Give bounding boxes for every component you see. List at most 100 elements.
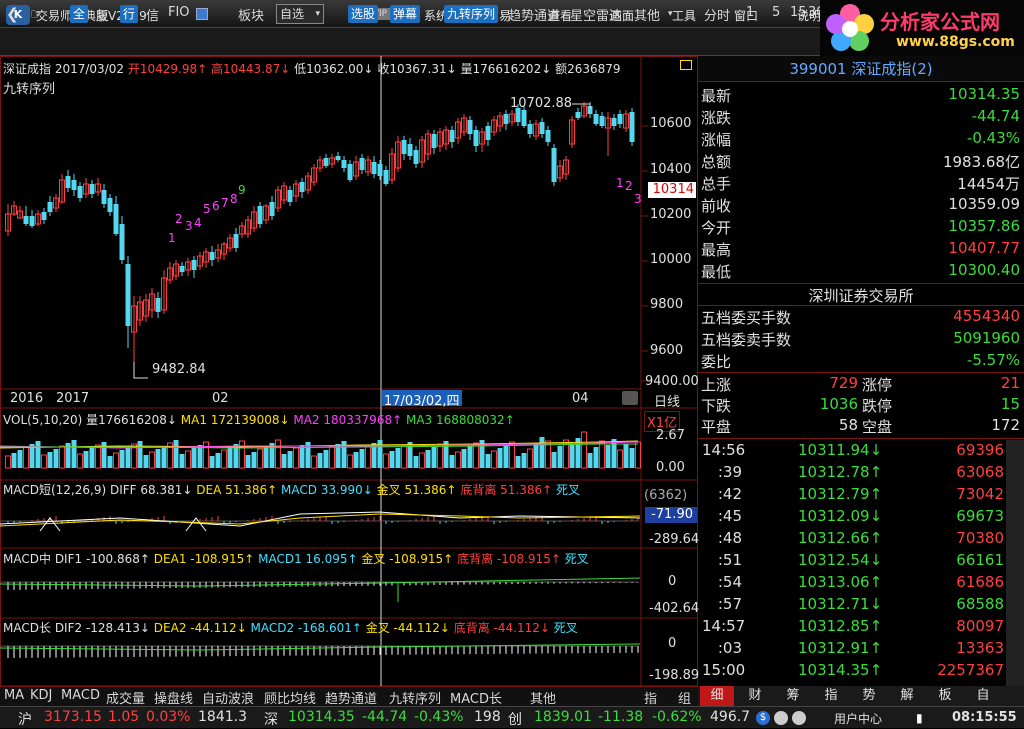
tick-time: :51 — [717, 551, 742, 569]
tick-time: 14:57 — [702, 617, 746, 635]
order-label: 五档委卖手数 — [701, 331, 792, 349]
volume-bar — [497, 448, 503, 468]
right-tab[interactable]: 势 — [852, 686, 886, 706]
flower-logo-icon — [826, 4, 874, 51]
danmaku-button[interactable]: 弹幕 — [390, 5, 421, 23]
tick-price: 10311.94↓ — [798, 441, 883, 459]
tab-group[interactable]: 组 — [678, 688, 691, 707]
period-15min[interactable]: 15 — [790, 5, 807, 20]
tab-index[interactable]: 指 — [644, 688, 657, 707]
tick-row: :03 10312.91↑ 13363 — [698, 638, 1006, 660]
volume-bar — [629, 448, 635, 468]
period-intraday[interactable]: 分时 — [704, 5, 730, 24]
toolbar — [0, 28, 820, 56]
right-tab[interactable]: 板 — [928, 686, 962, 706]
scroll-button[interactable] — [622, 391, 638, 405]
tab-ma[interactable]: MA — [4, 688, 24, 703]
other-button[interactable]: 其他 — [634, 5, 660, 24]
tab-volume[interactable]: 成交量 — [106, 688, 145, 707]
volume-bar — [491, 450, 497, 469]
tab-auto-wave[interactable]: 自动波浪 — [202, 688, 254, 707]
tick-row: :48 10312.66↑ 70380 — [698, 528, 1006, 550]
star-radar-button[interactable]: 星空雷达 — [570, 5, 622, 24]
other-dropdown-icon[interactable]: ▾ — [668, 9, 673, 19]
volume-bar — [107, 456, 113, 468]
low-value: 10362.00↓ — [306, 62, 374, 76]
quote-label: 总手 — [701, 175, 732, 193]
tick-volume: 68588 — [956, 595, 1004, 613]
globe-icon[interactable] — [774, 711, 788, 725]
cy-label: 创 — [508, 712, 522, 728]
volume-bar — [119, 450, 125, 468]
watchlist-select[interactable]: 自选 ▾ — [276, 4, 324, 24]
tick-row: :42 10312.79↑ 73042 — [698, 484, 1006, 506]
tab-trading-line[interactable]: 操盘线 — [154, 688, 193, 707]
price-tick: 10000 — [650, 252, 692, 267]
period-5min[interactable]: 5 — [772, 5, 780, 20]
sz-price: 10314.35 — [288, 709, 355, 725]
tab-macd[interactable]: MACD — [61, 688, 100, 703]
order-row: 五档委卖手数 5091960 — [698, 328, 1024, 350]
toolbar-info-button[interactable]: 信 — [146, 5, 159, 24]
tab-macd-long[interactable]: MACD长 — [450, 688, 502, 707]
tab-guppy-ma[interactable]: 顾比均线 — [264, 688, 316, 707]
price-tick: 9800 — [650, 297, 684, 312]
period-label[interactable]: 日线 — [654, 391, 680, 410]
breadth-value: 21 — [1000, 374, 1020, 392]
back-arrow-icon[interactable]: ❮ — [6, 5, 19, 23]
right-tab[interactable]: 自 — [966, 686, 1000, 706]
tick-time: :45 — [717, 507, 742, 525]
order-row: 五档委买手数 4554340 — [698, 306, 1024, 328]
volume-bar — [593, 447, 599, 468]
date-label: 2016 — [10, 391, 44, 406]
stock-info-bar: 深证成指 2017/03/02 开10429.98↑ 高10443.87↓ 低1… — [3, 60, 639, 77]
volume-bar — [377, 440, 383, 468]
right-tab[interactable]: 解 — [890, 686, 924, 706]
volume-bar — [185, 450, 191, 469]
volume-bar — [161, 446, 167, 468]
vol-label: 量 — [86, 413, 99, 427]
expand-icon[interactable] — [680, 60, 692, 70]
toolbar-f10-button[interactable]: FIO — [168, 5, 190, 20]
right-tab[interactable]: 细 — [700, 686, 734, 706]
period-30min[interactable]: 30 — [808, 5, 820, 20]
candle-body — [287, 190, 293, 202]
toolbar-restore-button[interactable]: 复 — [96, 5, 109, 24]
sh-price: 3173.15 — [44, 709, 102, 725]
right-tab[interactable]: 筹 — [776, 686, 810, 706]
right-tab[interactable]: 财 — [738, 686, 772, 706]
trend-channel-button[interactable]: 趋势通道 — [508, 5, 560, 24]
volume-bar — [281, 454, 287, 468]
tick-price: 10312.71↓ — [798, 595, 883, 613]
tick-volume: 80097 — [956, 617, 1004, 635]
tick-time: :57 — [717, 595, 742, 613]
volume-bar — [527, 448, 533, 469]
tab-nine-turn[interactable]: 九转序列 — [389, 688, 441, 707]
macd-long-axis-min: -198.89 — [649, 668, 700, 683]
toolbar-board-button[interactable]: 板块 — [238, 5, 264, 24]
right-tab[interactable]: 指 — [814, 686, 848, 706]
stock-screener-button[interactable]: 选股 — [348, 5, 379, 23]
menu-tools[interactable]: 工具 — [672, 7, 696, 24]
toolbar-quote-button[interactable]: 行 — [120, 5, 139, 23]
tick-scrollbar[interactable] — [1006, 440, 1024, 686]
volume-bar — [413, 456, 419, 468]
nine-turn-button[interactable]: 九转序列 — [444, 5, 499, 23]
candle-body — [77, 186, 83, 198]
tab-trend-channel[interactable]: 趋势通道 — [325, 688, 377, 707]
kline-chart[interactable] — [0, 56, 698, 706]
user-center-link[interactable]: 用户中心 — [834, 710, 882, 727]
dollar-icon[interactable]: $ — [756, 711, 770, 725]
tab-other[interactable]: 其他 — [530, 688, 556, 707]
open-label: 开 — [127, 62, 140, 76]
hand-pointer-icon[interactable]: ☞ — [30, 5, 43, 23]
breadth-label: 空盘 — [862, 418, 893, 436]
tab-kdj[interactable]: KDJ — [30, 688, 52, 703]
period-1min[interactable]: 1 — [746, 5, 754, 20]
breadth-value: 58 — [838, 416, 858, 434]
volume-header: VOL(5,10,20) 量176616208↓ MA1 172139008↓ … — [3, 411, 639, 428]
chat-icon[interactable] — [792, 711, 806, 725]
macd-mid-dead: 死叉 — [564, 552, 589, 566]
toolbar-all-button[interactable]: 全 — [70, 5, 89, 23]
windows-icon[interactable] — [196, 8, 208, 20]
